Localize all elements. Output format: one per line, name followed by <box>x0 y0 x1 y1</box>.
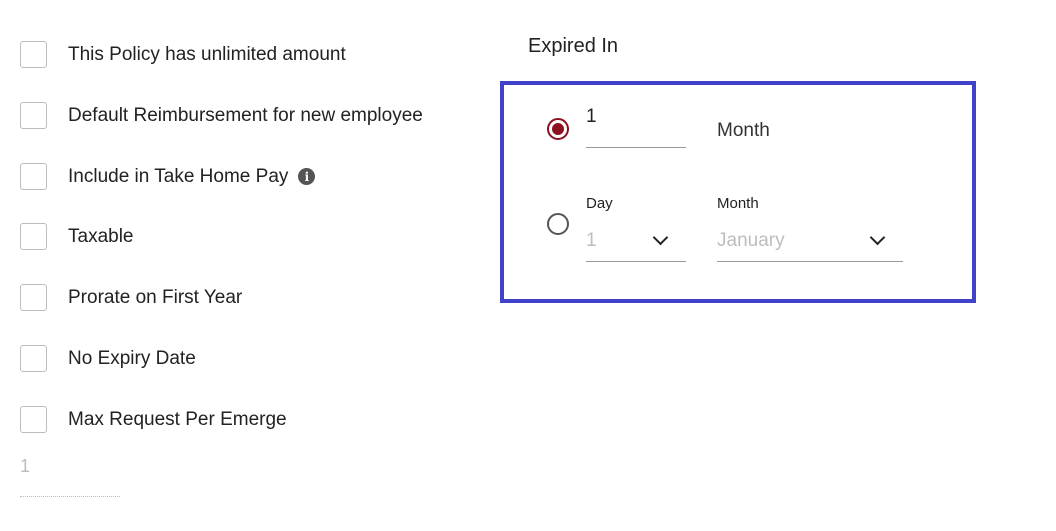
no-expiry-date-checkbox[interactable] <box>20 345 47 372</box>
month-select[interactable]: January <box>717 222 903 262</box>
date-radio[interactable] <box>547 213 569 235</box>
expired-in-panel <box>500 81 976 303</box>
option-max-request[interactable]: Max Request Per Emerge <box>20 406 287 433</box>
info-icon[interactable]: i <box>298 168 316 185</box>
option-taxable[interactable]: Taxable <box>20 223 134 250</box>
default-reimbursement-label: Default Reimbursement for new employee <box>68 104 423 126</box>
duration-input[interactable]: 1 <box>586 104 686 148</box>
option-unlimited-amount[interactable]: This Policy has unlimited amount <box>20 41 346 68</box>
option-prorate-first-year[interactable]: Prorate on First Year <box>20 284 242 311</box>
chevron-down-icon <box>652 229 669 246</box>
day-label: Day <box>586 195 613 212</box>
no-expiry-date-label: No Expiry Date <box>68 347 196 369</box>
prorate-first-year-checkbox[interactable] <box>20 284 47 311</box>
expired-in-title: Expired In <box>528 35 619 57</box>
month-label: Month <box>717 195 759 212</box>
option-take-home-pay[interactable]: Include in Take Home Pay i <box>20 163 316 190</box>
option-default-reimbursement[interactable]: Default Reimbursement for new employee <box>20 102 423 129</box>
default-reimbursement-checkbox[interactable] <box>20 102 47 129</box>
max-request-label: Max Request Per Emerge <box>68 408 287 430</box>
unlimited-amount-label: This Policy has unlimited amount <box>68 43 346 65</box>
taxable-checkbox[interactable] <box>20 223 47 250</box>
take-home-pay-label: Include in Take Home Pay <box>68 165 289 187</box>
day-select-value: 1 <box>586 230 597 251</box>
month-select-value: January <box>717 230 785 251</box>
day-select[interactable]: 1 <box>586 222 686 262</box>
prorate-first-year-label: Prorate on First Year <box>68 286 243 308</box>
max-request-input[interactable]: 1 <box>20 452 120 497</box>
taxable-label: Taxable <box>68 225 134 247</box>
duration-unit-label: Month <box>717 120 770 141</box>
option-no-expiry-date[interactable]: No Expiry Date <box>20 345 196 372</box>
max-request-checkbox[interactable] <box>20 406 47 433</box>
take-home-pay-checkbox[interactable] <box>20 163 47 190</box>
duration-radio[interactable] <box>547 118 569 140</box>
chevron-down-icon <box>869 229 886 246</box>
unlimited-amount-checkbox[interactable] <box>20 41 47 68</box>
